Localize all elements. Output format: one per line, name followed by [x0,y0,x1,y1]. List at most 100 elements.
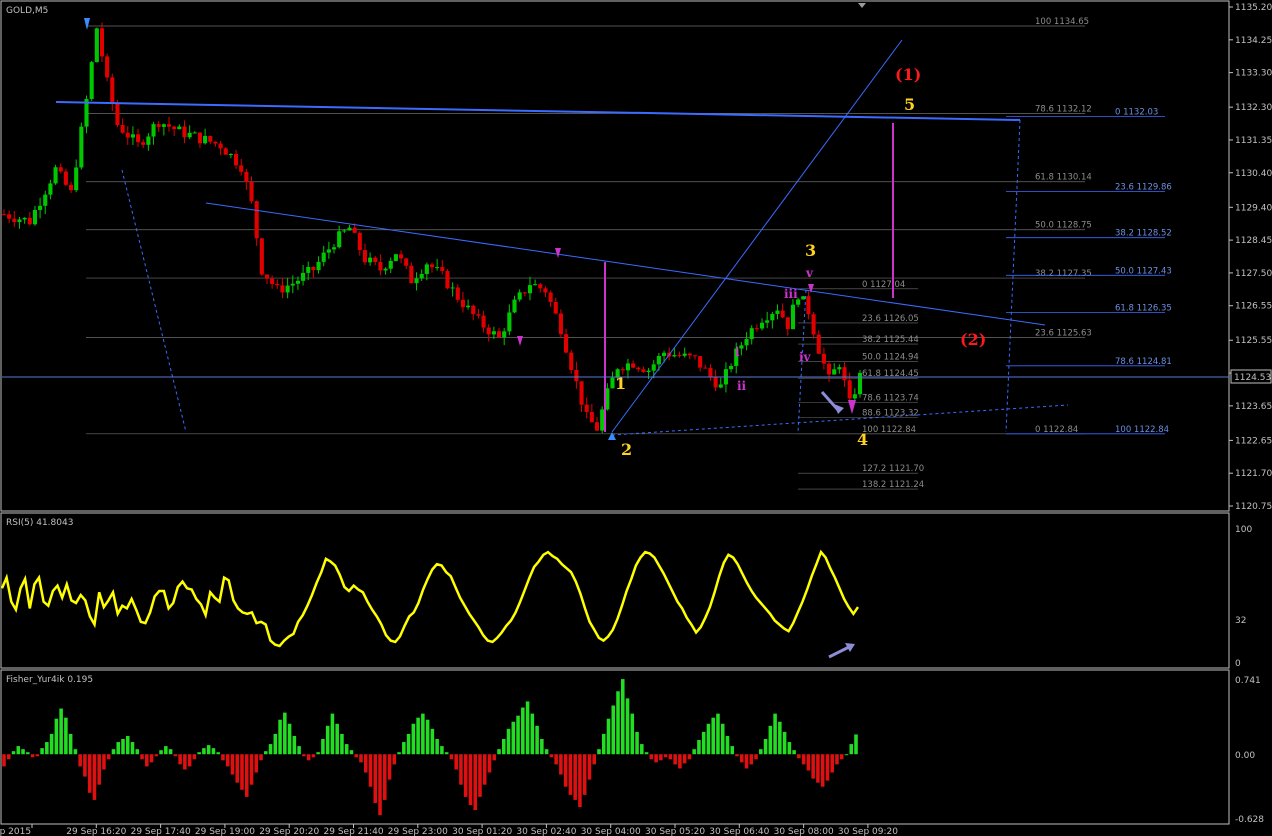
fisher-bar [430,728,435,755]
candle-body [718,384,723,388]
fisher-bar [64,717,68,755]
fisher-bar [606,718,611,755]
fisher-bar [268,744,273,755]
fisher-bar [259,754,263,761]
wave-label-iv: iv [799,350,812,364]
fisher-bar [363,754,368,773]
candle-body [522,292,527,294]
fisher-bar [849,744,854,755]
candle-body [99,28,105,57]
fib-small-label: 100 1122.84 [862,425,916,435]
candle-body [1,214,7,216]
scroll-marker-icon[interactable] [858,3,866,8]
fisher-bar [87,754,92,793]
candle-body [156,124,161,127]
fisher-bar [235,754,240,783]
fisher-bar [454,754,458,770]
candles [1,22,863,434]
fisher-bar [654,754,658,763]
candle-body [538,284,543,289]
candle-body [553,301,558,314]
candle-body [94,28,99,63]
fisher-bar [521,707,525,755]
fib-small-label: 78.6 1123.74 [862,394,919,404]
candle-body [316,261,321,271]
resistance-trendline[interactable] [55,101,1021,121]
wave-label-v: v [805,266,814,280]
fib-right-label: 38.2 1128.52 [1115,229,1172,239]
fisher-bar [192,754,197,760]
candle-body [661,352,667,357]
candle-body [105,56,110,78]
fisher-bar [325,725,330,755]
wave-label-5: 5 [904,95,915,114]
fisher-bar [392,754,397,765]
candle-body [414,278,419,284]
time-axis-label: 30 Sep 05:20 [645,827,705,836]
candle-body [481,315,486,328]
fib-right-label: 23.6 1129.86 [1115,182,1172,192]
fisher-title: Fisher_Yur4ik 0.195 [6,675,93,685]
candle-body [177,126,182,130]
fisher-bar [597,749,601,755]
candle-body [677,355,682,357]
candle-body [801,296,806,300]
price-axis-label: 1121.70 [1235,469,1272,479]
fisher-bar [35,754,40,757]
fisher-bar [40,748,44,755]
candle-body [192,132,197,134]
fisher-bar [125,735,130,755]
right-dashed-line[interactable] [1005,119,1021,433]
candle-body [502,331,507,338]
fisher-bar [211,748,216,755]
candle-body [110,77,115,104]
fisher-bar [273,733,278,755]
wave-label-1: 1 [615,374,626,393]
fisher-bar [2,754,6,767]
time-axis-label: 29 Sep 2015 [0,827,31,836]
trading-chart[interactable]: GOLD,M5 RSI(5) 41.8043 Fisher_Yur4ik 0.1… [0,0,1272,836]
candle-body [440,267,445,271]
candle-body [89,62,94,99]
fisher-bar [668,754,673,760]
candle-body [43,194,48,206]
candle-body [270,278,275,284]
time-axis-label: 29 Sep 19:00 [195,827,255,836]
fisher-bar [164,746,168,755]
fisher-bar [525,701,530,755]
candle-body [460,299,465,308]
fisher-bar [792,750,796,755]
candle-body [579,381,584,405]
candle-body [27,217,32,225]
candle-body [280,285,285,293]
upper-trendline[interactable] [205,202,1046,326]
candle-body [625,363,631,371]
fisher-axis-label: -0.628 [1235,815,1264,825]
fisher-histogram [2,679,858,816]
time-axis-label: 30 Sep 02:40 [516,827,576,836]
candle-body [213,141,218,144]
candle-body [172,126,177,130]
candle-body [533,284,538,286]
fisher-bar [449,754,454,760]
fisher-bar [311,754,316,758]
fisher-bar [692,749,696,755]
candle-body [842,367,847,381]
left-dashed-line[interactable] [121,169,187,433]
fisher-bar [492,754,497,761]
fib-level-label: 61.8 1130.14 [1035,173,1092,183]
fisher-bar [825,754,830,781]
down-arrow-icon [84,18,90,30]
fisher-axis-label: 0.741 [1235,676,1261,686]
fisher-bar [511,721,516,755]
candle-body [58,167,63,172]
candle-body [264,274,270,279]
candle-body [74,167,79,191]
down-arrow-icon-3 [517,336,523,346]
fisher-bar [249,754,254,785]
fisher-bar [202,748,206,755]
fisher-bar [240,754,244,790]
fisher-bar [59,708,63,755]
down-arrow-icon-2 [555,248,561,258]
candle-body [486,327,491,335]
